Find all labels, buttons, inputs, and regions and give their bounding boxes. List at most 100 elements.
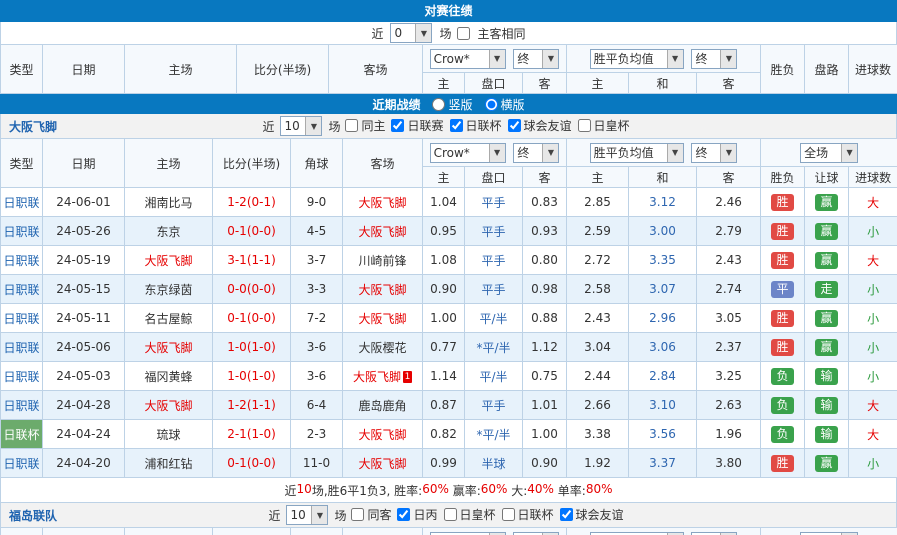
same-venue-checkbox[interactable]: [457, 27, 470, 40]
corners-cell: 6-4: [291, 391, 343, 420]
date-cell: 24-05-19: [43, 246, 125, 275]
fukushima-near-count-select[interactable]: 10 ▼: [286, 505, 328, 525]
subcol-avg-win: 主: [567, 167, 629, 188]
handicap-result-badge: 赢: [815, 252, 838, 269]
filter-checkbox[interactable]: [578, 119, 591, 132]
filter-checkbox[interactable]: [351, 508, 364, 521]
odds-source-select[interactable]: Crow*▼: [430, 143, 506, 163]
filter-option[interactable]: 同客: [351, 506, 391, 523]
home-team-cell: 大阪飞脚: [125, 391, 213, 420]
home-team-cell: 东京: [125, 217, 213, 246]
date-cell: 24-05-26: [43, 217, 125, 246]
handicap-result-badge: 赢: [815, 223, 838, 240]
h2h-avg-final-select[interactable]: 终▼: [691, 49, 737, 69]
h2h-near-count-select[interactable]: 0 ▼: [390, 23, 432, 43]
filter-checkbox[interactable]: [397, 508, 410, 521]
recent-results-bar: 近期战绩 竖版 横版: [0, 94, 897, 114]
avg-win-cell: 3.04: [567, 333, 629, 362]
avg-lose-cell: 2.37: [697, 333, 761, 362]
result-badge: 平: [771, 281, 794, 298]
filter-option[interactable]: 球会友谊: [560, 506, 624, 523]
vertical-radio[interactable]: [432, 98, 445, 111]
h2h-odds-source-select[interactable]: Crow*▼: [430, 49, 506, 69]
score-cell: 0-1(0-0): [213, 449, 291, 478]
gamba-near-count-select[interactable]: 10 ▼: [280, 116, 322, 136]
avg-source-value: 胜平负均值: [591, 145, 667, 161]
filter-option[interactable]: 日皇杯: [578, 117, 630, 134]
filter-checkbox[interactable]: [450, 119, 463, 132]
h2h-near-count-value: 0: [391, 25, 415, 41]
match-row: 日职联24-05-06大阪飞脚1-0(1-0)3-6大阪樱花0.77*平/半1.…: [1, 333, 897, 362]
avg-source-select[interactable]: 胜平负均值▼: [590, 143, 684, 163]
filter-checkbox[interactable]: [560, 508, 573, 521]
filter-label: 日联杯: [518, 506, 554, 523]
avg-lose-cell: 1.96: [697, 420, 761, 449]
col-home: 主场: [125, 139, 213, 188]
match-row: 日职联24-04-28大阪飞脚1-2(1-1)6-4鹿岛鹿角0.87平手1.01…: [1, 391, 897, 420]
odds-source-select[interactable]: Crow*▼: [430, 532, 506, 535]
goals-cell: 大: [849, 420, 897, 449]
cover-cell: 赢: [805, 333, 849, 362]
scope-select[interactable]: 全场▼: [800, 532, 858, 535]
h2h-odds-final-select[interactable]: 终▼: [513, 49, 559, 69]
score-cell: 1-0(1-0): [213, 362, 291, 391]
fukushima-filters: 同客日丙日皇杯 日联杯球会友谊: [350, 506, 628, 524]
scope-select[interactable]: 全场▼: [800, 143, 858, 163]
avg-source-select[interactable]: 胜平负均值▼: [590, 532, 684, 535]
h2h-avg-source-select[interactable]: 胜平负均值▼: [590, 49, 684, 69]
chevron-down-icon: ▼: [489, 144, 505, 162]
h2h-subcol-handicap: 盘口: [465, 73, 523, 94]
match-row: 日职联24-05-15东京绿茵0-0(0-0)3-3大阪飞脚0.90平手0.98…: [1, 275, 897, 304]
filter-checkbox[interactable]: [391, 119, 404, 132]
result-cell: 胜: [761, 304, 805, 333]
col-score: 比分(半场): [213, 139, 291, 188]
filter-checkbox[interactable]: [508, 119, 521, 132]
goals-cell: 小: [849, 217, 897, 246]
filter-option[interactable]: 日联赛: [391, 117, 443, 134]
filter-option[interactable]: 日联杯: [502, 506, 554, 523]
filter-checkbox[interactable]: [502, 508, 515, 521]
filter-checkbox[interactable]: [444, 508, 457, 521]
filter-option[interactable]: 日联杯: [450, 117, 502, 134]
avg-lose-cell: 3.80: [697, 449, 761, 478]
goals-cell: 小: [849, 275, 897, 304]
home-odds-cell: 1.14: [423, 362, 465, 391]
result-badge: 胜: [771, 194, 794, 211]
avg-draw-cell: 3.06: [629, 333, 697, 362]
avg-final-select[interactable]: 终▼: [691, 532, 737, 535]
gamba-near-count-value: 10: [281, 118, 305, 134]
summary-label: 单率:: [554, 482, 586, 499]
horizontal-radio[interactable]: [485, 98, 498, 111]
result-cell: 负: [761, 420, 805, 449]
goals-cell: 大: [849, 246, 897, 275]
col-away: 客场: [343, 139, 423, 188]
result-badge: 胜: [771, 339, 794, 356]
handicap-cell: 平/半: [465, 362, 523, 391]
odds-final-select[interactable]: 终▼: [513, 532, 559, 535]
h2h-col-away: 客场: [329, 45, 423, 94]
filter-option[interactable]: 日皇杯: [444, 506, 496, 523]
avg-final-select[interactable]: 终▼: [691, 143, 737, 163]
filter-checkbox[interactable]: [345, 119, 358, 132]
cover-cell: 输: [805, 391, 849, 420]
filter-option[interactable]: 球会友谊: [508, 117, 572, 134]
horizontal-layout-option[interactable]: 横版: [485, 96, 525, 113]
avg-draw-cell: 3.12: [629, 188, 697, 217]
vertical-layout-option[interactable]: 竖版: [432, 96, 472, 113]
home-odds-cell: 0.95: [423, 217, 465, 246]
avg-win-cell: 2.72: [567, 246, 629, 275]
avg-lose-cell: 2.79: [697, 217, 761, 246]
near-label: 近: [262, 118, 274, 135]
date-cell: 24-06-01: [43, 188, 125, 217]
home-odds-cell: 0.87: [423, 391, 465, 420]
filter-option[interactable]: 日丙: [397, 506, 437, 523]
filter-option[interactable]: 同主: [345, 117, 385, 134]
home-odds-cell: 0.90: [423, 275, 465, 304]
odds-final-select[interactable]: 终▼: [513, 143, 559, 163]
corners-cell: 9-0: [291, 188, 343, 217]
corners-cell: 3-6: [291, 362, 343, 391]
league-cell: 日职联: [1, 391, 43, 420]
h2h-col-trend: 盘路: [805, 45, 849, 94]
date-cell: 24-05-11: [43, 304, 125, 333]
chevron-down-icon: ▼: [311, 506, 327, 524]
